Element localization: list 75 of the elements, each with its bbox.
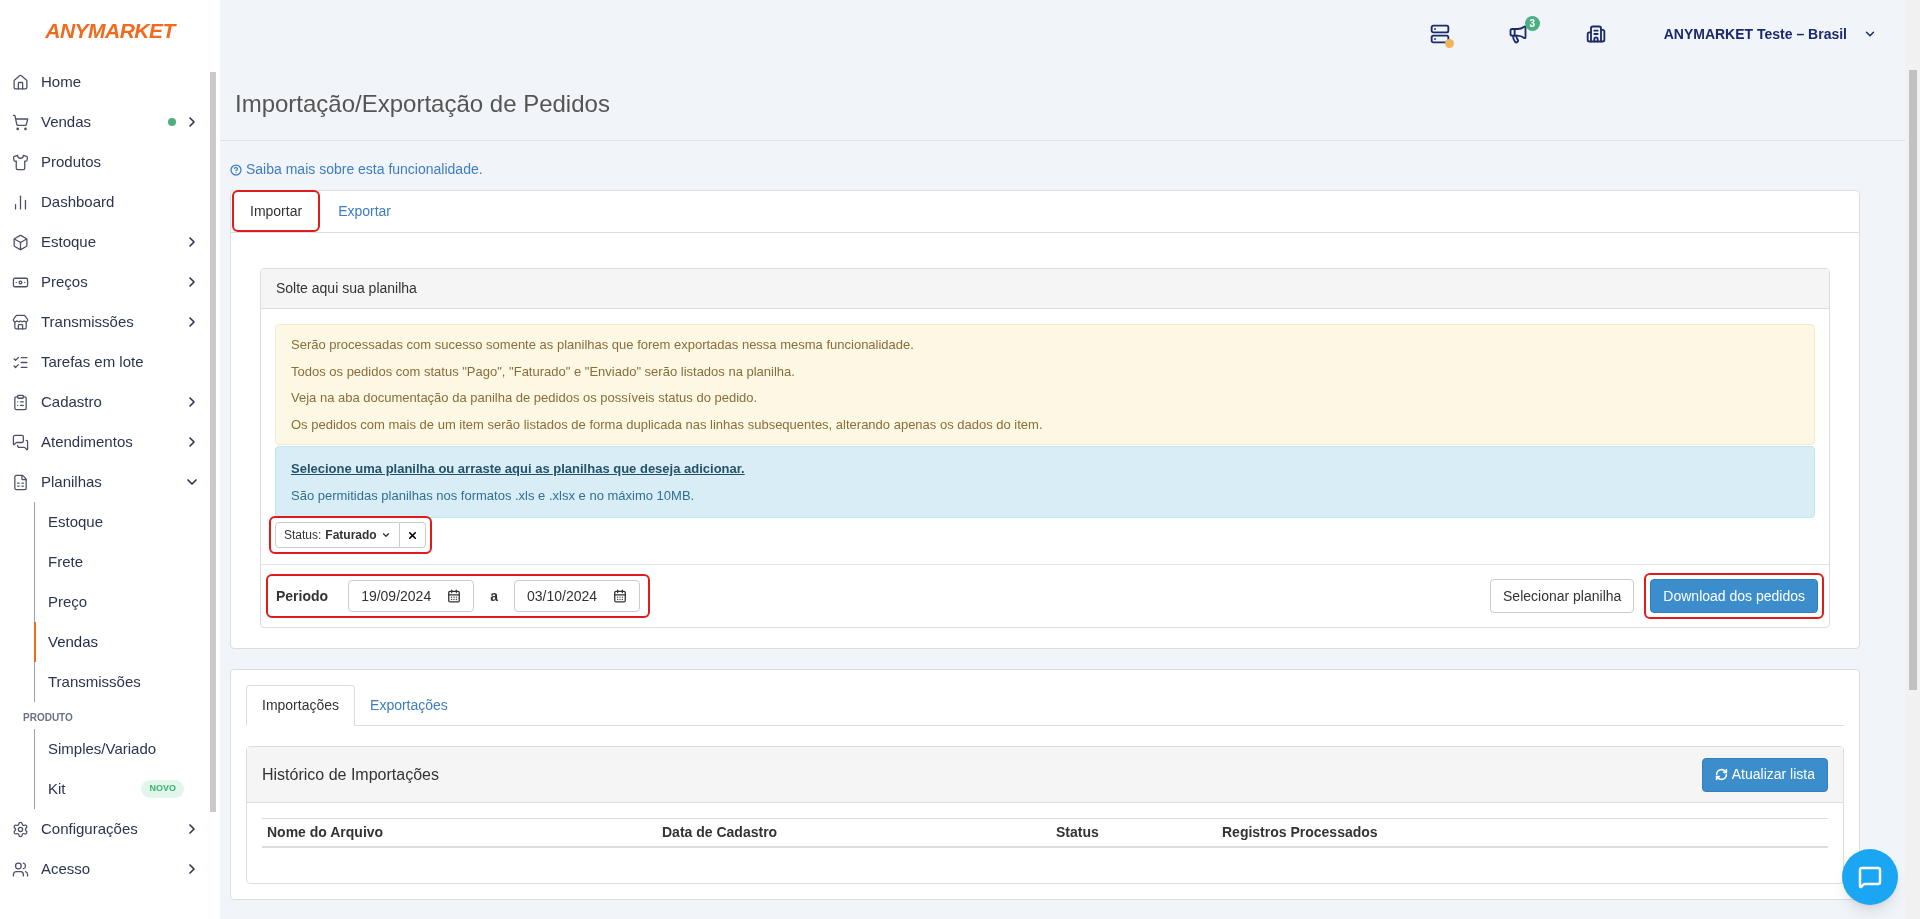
download-button[interactable]: Download dos pedidos [1650, 579, 1818, 613]
new-tag: NOVO [141, 780, 184, 798]
calendar-icon [447, 589, 462, 603]
warning-text: Todos os pedidos com status "Pago", "Faturado" e "Enviado" serão listados na planilha. [291, 362, 796, 381]
range-separator: a [490, 586, 498, 606]
help-link[interactable]: Saiba mais sobre esta funcionalidade. [230, 159, 483, 180]
caret-icon [380, 530, 391, 540]
upload-link[interactable]: Selecione uma planilha ou arraste aqui as planilhas que deseja adicionar. [291, 459, 745, 479]
building-icon[interactable] [1585, 24, 1606, 44]
refresh-icon [1714, 768, 1728, 781]
sidebar-subitem[interactable]: Estoque [36, 510, 104, 534]
column-header: Nome do Arquivo [267, 823, 385, 842]
column-header: Data de Cadastro [662, 823, 779, 842]
upload-note: São permitidas planilhas nos formatos .xls e .xlsx e no máximo 10MB. [291, 486, 696, 505]
tab[interactable]: Exportar [326, 194, 404, 228]
sidebar-item[interactable]: Transmissões [12, 302, 200, 342]
panel-title: Solte aqui sua planilha [276, 279, 417, 298]
sidebar-item[interactable]: Acesso [12, 849, 200, 889]
sidebar-item[interactable]: Preços [12, 262, 200, 302]
users-icon [12, 860, 29, 878]
chat-icon [1858, 865, 1882, 889]
refresh-button[interactable]: Atualizar lista [1701, 757, 1828, 792]
period-label: Periodo [276, 586, 329, 606]
sidebar-item[interactable]: Vendas [12, 102, 200, 142]
page-scrollbar[interactable] [1905, 0, 1920, 919]
panel-title: Histórico de Importações [262, 764, 439, 785]
page-title: Importação/Exportação de Pedidos [235, 89, 610, 119]
sidebar-item[interactable]: Atendimentos [12, 422, 200, 462]
sidebar-subitem[interactable]: Simples/Variado [36, 737, 157, 761]
sidebar-subitem[interactable]: Frete [36, 550, 83, 574]
chat-icon [12, 433, 29, 451]
drop-zone[interactable]: Selecione uma planilha ou arraste aqui as planilhas que deseja adicionar. São permitidas planilhas nos formatos .xls e .xlsx e no máximo 10MB. [275, 446, 1815, 518]
clear-filter-button[interactable] [399, 522, 426, 548]
sidebar-item[interactable]: Home [12, 62, 200, 102]
sidebar-subitem[interactable]: Transmissões [36, 670, 141, 694]
sidebar-item[interactable]: Configurações [12, 809, 200, 849]
warning-text: Serão processadas com sucesso somente as planilhas que forem exportadas nessa mesma funcionalidade. [291, 336, 915, 354]
date-field[interactable]: 19/09/2024 [348, 580, 475, 612]
cart-icon [12, 113, 29, 131]
warning-text: Veja na aba documentação da panilha de pedidos os possíveis status do pedido. [291, 389, 759, 407]
warning-text: Os pedidos com mais de um item serão listados de forma duplicada nas linhas subsequentes, alterando apenas os dados do item. [291, 415, 1044, 434]
settings-icon [12, 820, 29, 838]
notification-badge: 3 [1524, 16, 1540, 31]
server-icon[interactable] [1429, 24, 1450, 44]
sidebar-subitem[interactable]: Kit [36, 777, 66, 801]
date-field[interactable]: 03/10/2024 [514, 580, 641, 612]
bar-chart-icon [12, 193, 29, 211]
sidebar-item[interactable]: Planilhas [12, 462, 200, 502]
home-icon [12, 73, 29, 91]
tab[interactable]: Exportações [355, 685, 463, 725]
select-button[interactable]: Selecionar planilha [1490, 579, 1635, 613]
sidebar-item[interactable]: Estoque [12, 222, 200, 262]
scrollbar[interactable] [210, 72, 216, 812]
column-header: Registros Processados [1222, 823, 1379, 842]
section-label: PRODUTO [23, 711, 74, 725]
sidebar-subitem[interactable]: Preço [36, 590, 88, 614]
spreadsheet-icon [12, 473, 29, 491]
status-filter[interactable]: Status: Faturado [275, 522, 400, 548]
tab[interactable]: Importações [246, 685, 356, 726]
column-header: Status [1056, 823, 1100, 842]
chat-button[interactable] [1842, 849, 1898, 905]
account-menu[interactable]: ANYMARKET Teste – Brasil [1663, 23, 1877, 45]
help-icon [230, 163, 242, 176]
store-icon [12, 313, 29, 331]
shirt-icon [12, 153, 29, 171]
close-icon [406, 529, 418, 541]
sidebar-subitem[interactable]: Vendas [36, 630, 99, 654]
calendar-icon [613, 589, 628, 603]
megaphone-icon[interactable] [1507, 24, 1528, 44]
sidebar-item[interactable]: Dashboard [12, 182, 200, 222]
sidebar-item[interactable]: Cadastro [12, 382, 200, 422]
box-icon [12, 233, 29, 251]
sidebar-item[interactable]: Produtos [12, 142, 200, 182]
sidebar-item[interactable]: Tarefas em lote [12, 342, 200, 382]
clipboard-icon [12, 393, 29, 411]
